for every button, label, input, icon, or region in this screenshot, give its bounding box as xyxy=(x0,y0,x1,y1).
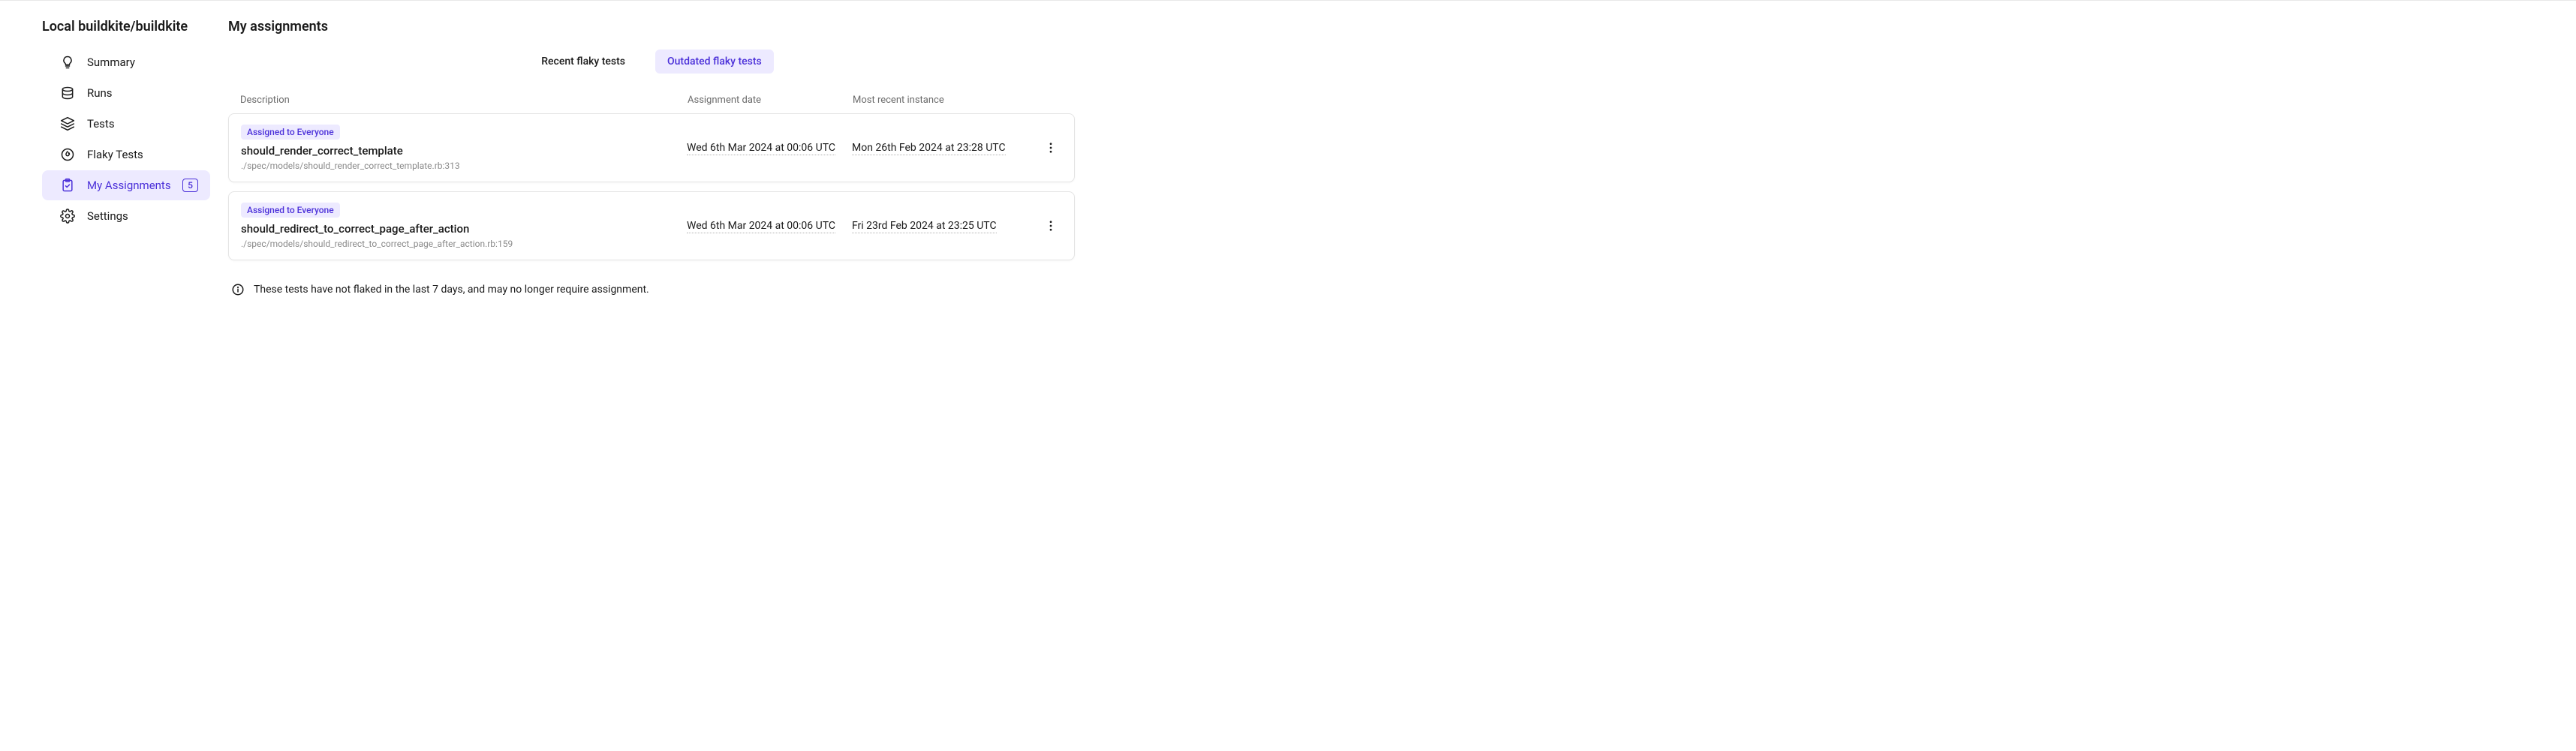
runs-icon xyxy=(60,86,75,101)
test-name: should_redirect_to_correct_page_after_ac… xyxy=(241,222,687,236)
test-row[interactable]: Assigned to Everyone should_render_corre… xyxy=(228,113,1075,182)
assignment-badge: Assigned to Everyone xyxy=(241,203,340,218)
tab-recent-flaky[interactable]: Recent flaky tests xyxy=(529,50,637,74)
tab-outdated-flaky[interactable]: Outdated flaky tests xyxy=(655,50,774,74)
gear-icon xyxy=(60,209,75,224)
flame-icon xyxy=(60,147,75,162)
clipboard-icon xyxy=(60,178,75,193)
sidebar-item-label: My Assignments xyxy=(87,179,182,192)
sidebar-item-label: Settings xyxy=(87,209,198,223)
row-actions-menu[interactable] xyxy=(1042,139,1060,157)
test-path: ./spec/models/should_redirect_to_correct… xyxy=(241,239,687,249)
sidebar-item-label: Tests xyxy=(87,117,198,131)
sidebar-item-tests[interactable]: Tests xyxy=(42,109,210,139)
sidebar-item-settings[interactable]: Settings xyxy=(42,201,210,231)
most-recent-date: Mon 26th Feb 2024 at 23:28 UTC xyxy=(852,142,1006,155)
sidebar: Local buildkite/buildkite Summary Runs T… xyxy=(0,1,210,751)
column-description: Description xyxy=(240,95,688,106)
main-content: My assignments Recent flaky tests Outdat… xyxy=(210,1,1111,751)
sidebar-title: Local buildkite/buildkite xyxy=(0,19,210,47)
most-recent-date: Fri 23rd Feb 2024 at 23:25 UTC xyxy=(852,220,997,233)
test-row[interactable]: Assigned to Everyone should_redirect_to_… xyxy=(228,191,1075,260)
kebab-icon xyxy=(1044,141,1058,155)
test-name: should_render_correct_template xyxy=(241,144,687,158)
tabs: Recent flaky tests Outdated flaky tests xyxy=(228,50,1075,74)
layers-icon xyxy=(60,116,75,131)
column-assignment-date: Assignment date xyxy=(688,95,853,106)
sidebar-item-my-assignments[interactable]: My Assignments 5 xyxy=(42,170,210,200)
page-title: My assignments xyxy=(228,19,1075,35)
sidebar-item-summary[interactable]: Summary xyxy=(42,47,210,77)
test-path: ./spec/models/should_render_correct_temp… xyxy=(241,161,687,171)
lightbulb-icon xyxy=(60,55,75,70)
table-header: Description Assignment date Most recent … xyxy=(228,95,1075,113)
sidebar-item-label: Summary xyxy=(87,56,198,69)
column-most-recent: Most recent instance xyxy=(853,95,1040,106)
assignment-date: Wed 6th Mar 2024 at 00:06 UTC xyxy=(687,220,835,233)
assignment-date: Wed 6th Mar 2024 at 00:06 UTC xyxy=(687,142,835,155)
kebab-icon xyxy=(1044,219,1058,233)
info-icon xyxy=(231,283,245,296)
info-note: These tests have not flaked in the last … xyxy=(228,283,1075,296)
sidebar-item-label: Flaky Tests xyxy=(87,148,198,161)
assignment-badge: Assigned to Everyone xyxy=(241,125,340,140)
info-text: These tests have not flaked in the last … xyxy=(254,284,649,296)
sidebar-item-label: Runs xyxy=(87,86,198,100)
sidebar-item-runs[interactable]: Runs xyxy=(42,78,210,108)
assignments-count-badge: 5 xyxy=(182,179,198,192)
sidebar-item-flaky-tests[interactable]: Flaky Tests xyxy=(42,140,210,170)
row-actions-menu[interactable] xyxy=(1042,217,1060,235)
